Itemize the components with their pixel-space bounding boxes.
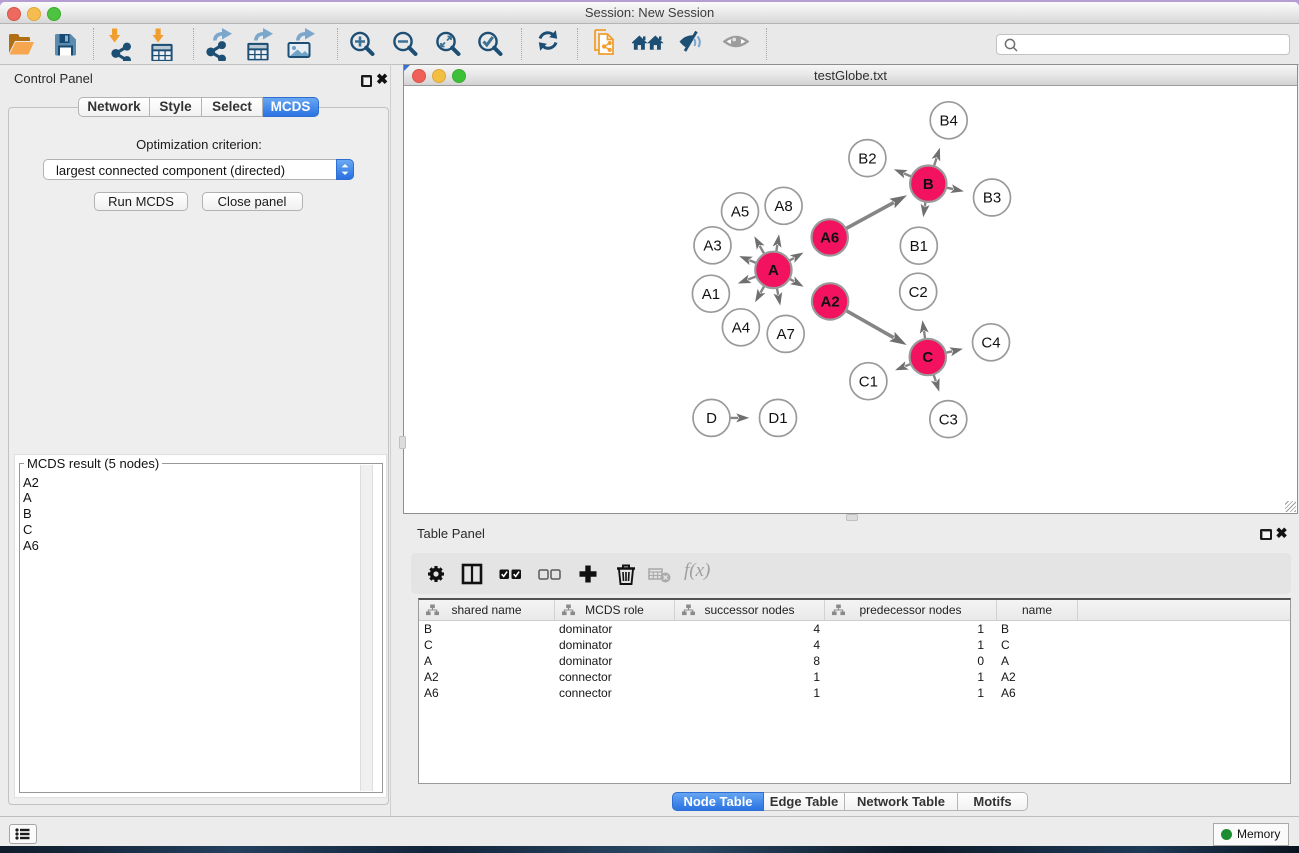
svg-text:C3: C3 (939, 411, 958, 428)
svg-text:A6: A6 (820, 230, 839, 247)
svg-text:C2: C2 (909, 284, 928, 301)
svg-text:D: D (706, 410, 717, 427)
svg-text:C4: C4 (981, 335, 1000, 352)
svg-text:B: B (923, 176, 934, 193)
svg-text:A1: A1 (702, 286, 720, 303)
svg-text:A5: A5 (731, 204, 749, 221)
svg-text:A4: A4 (732, 320, 750, 337)
svg-text:D1: D1 (768, 410, 787, 427)
svg-text:B3: B3 (983, 190, 1001, 207)
svg-text:A3: A3 (703, 238, 721, 255)
svg-text:B4: B4 (940, 113, 958, 130)
svg-text:A8: A8 (774, 198, 792, 215)
svg-text:C1: C1 (859, 373, 878, 390)
svg-text:A2: A2 (821, 294, 840, 311)
svg-text:A7: A7 (777, 326, 795, 343)
svg-text:A: A (768, 262, 779, 279)
svg-text:C: C (922, 349, 933, 366)
svg-text:B1: B1 (910, 238, 928, 255)
svg-text:B2: B2 (858, 150, 876, 167)
